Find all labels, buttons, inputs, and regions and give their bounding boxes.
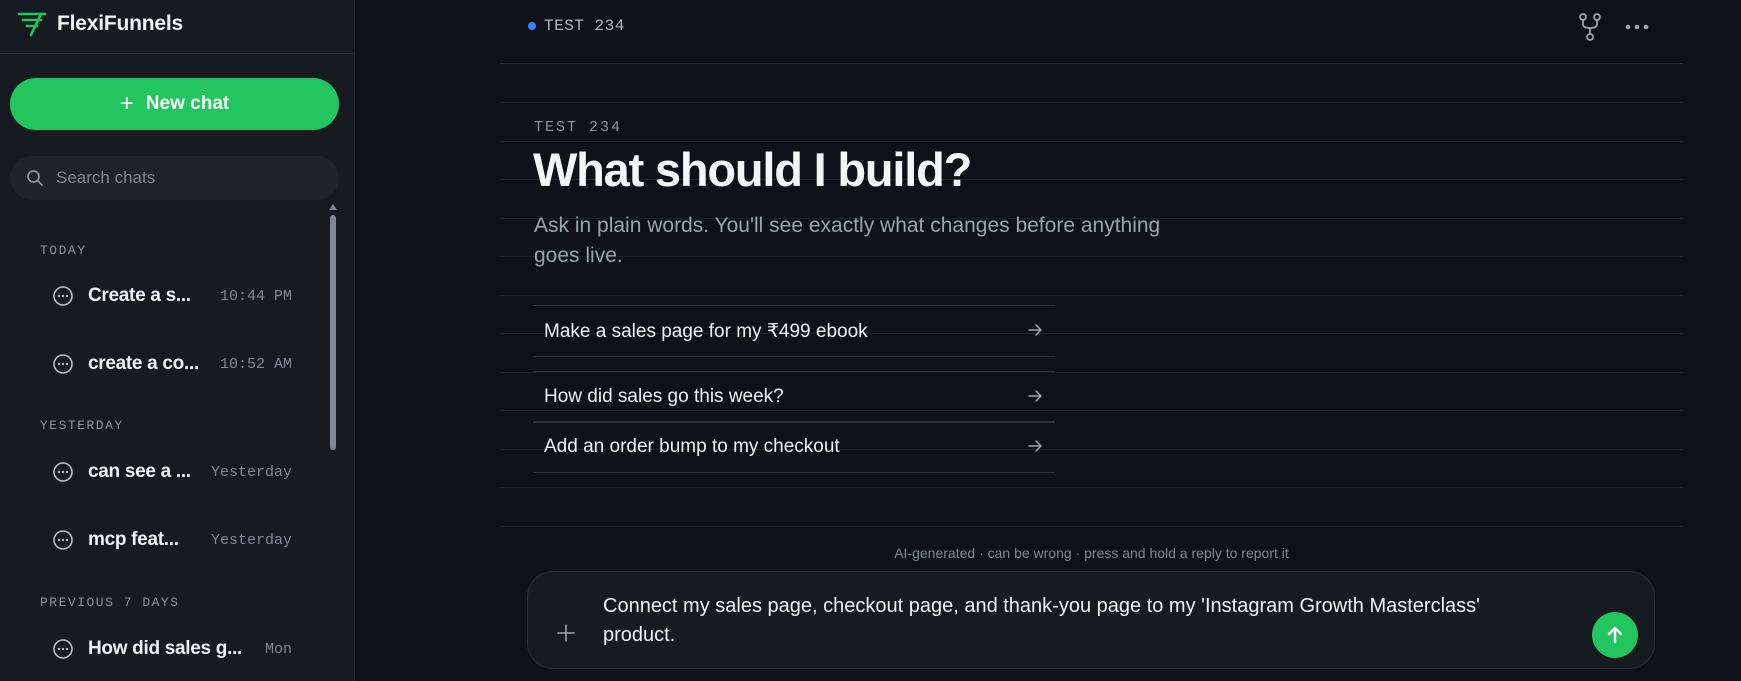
section-label-yesterday: YESTERDAY	[40, 418, 124, 433]
chat-list-item[interactable]: How did sales g... Mon	[52, 634, 292, 664]
plus-icon: +	[119, 90, 134, 117]
flexifunnels-logo-icon	[17, 12, 47, 37]
send-button[interactable]	[1592, 612, 1638, 658]
chat-time: Yesterday	[210, 531, 292, 549]
suggestion-item[interactable]: Add an order bump to my checkout	[533, 421, 1055, 473]
suggestion-label: Make a sales page for my ₹499 ebook	[544, 320, 868, 342]
suggestion-item[interactable]: Make a sales page for my ₹499 ebook	[533, 305, 1055, 357]
arrow-up-icon	[1607, 626, 1623, 644]
plus-icon[interactable]	[555, 622, 577, 644]
divider	[0, 53, 354, 54]
chat-bubble-icon	[53, 530, 73, 550]
chat-list-item[interactable]: Create a s... 10:44 PM	[52, 281, 292, 311]
message-input[interactable]: Connect my sales page, checkout page, an…	[603, 592, 1553, 650]
search-icon	[27, 170, 43, 186]
section-label-previous-7-days: PREVIOUS 7 DAYS	[40, 595, 180, 610]
chat-bubble-icon	[53, 354, 73, 374]
brand-name: FlexiFunnels	[57, 12, 183, 35]
divider	[500, 526, 1683, 527]
chat-time: 10:52 AM	[219, 355, 292, 373]
workspace-name: TEST 234	[544, 17, 625, 35]
chat-title: Create a s...	[88, 285, 191, 306]
arrow-right-icon	[1028, 390, 1042, 402]
more-horizontal-icon[interactable]	[1622, 18, 1652, 36]
divider	[500, 295, 1683, 296]
chat-title: mcp feat...	[88, 529, 179, 550]
arrow-right-icon	[1028, 440, 1042, 452]
new-chat-label: New chat	[145, 93, 230, 114]
chat-title: can see a ...	[88, 461, 191, 482]
branch-icon[interactable]	[1576, 12, 1604, 42]
chat-time: Mon	[264, 640, 292, 658]
page-subtitle: Ask in plain words. You'll see exactly w…	[534, 214, 1161, 267]
suggestion-label: How did sales go this week?	[544, 386, 784, 407]
brand[interactable]: FlexiFunnels	[17, 10, 183, 38]
scroll-thumb[interactable]	[330, 215, 336, 450]
sidebar-scrollbar[interactable]	[329, 204, 337, 450]
status-dot	[528, 22, 536, 30]
chat-title: How did sales g...	[88, 638, 243, 659]
scroll-up-icon[interactable]	[329, 204, 337, 210]
sidebar: FlexiFunnels + New chat TODAY Create a s…	[0, 0, 355, 681]
chat-list-item[interactable]: can see a ... Yesterday	[52, 457, 292, 487]
workspace-eyebrow: TEST 234	[534, 119, 623, 136]
chat-bubble-icon	[53, 286, 73, 306]
divider	[500, 487, 1683, 488]
ai-disclaimer: AI-generated · can be wrong · press and …	[894, 545, 1289, 561]
chat-bubble-icon	[53, 639, 73, 659]
arrow-right-icon	[1028, 324, 1042, 336]
chat-time: 10:44 PM	[219, 287, 292, 305]
chat-bubble-icon	[53, 462, 73, 482]
page-title: What should I build?	[533, 143, 972, 196]
search-input[interactable]	[56, 168, 316, 188]
suggestion-item[interactable]: How did sales go this week?	[533, 371, 1055, 423]
main-header: TEST 234	[500, 0, 1683, 64]
message-composer[interactable]: Connect my sales page, checkout page, an…	[527, 571, 1655, 669]
chat-time: Yesterday	[210, 463, 292, 481]
suggestion-label: Add an order bump to my checkout	[544, 436, 840, 457]
chat-list-item[interactable]: mcp feat... Yesterday	[52, 525, 292, 555]
search-box[interactable]	[10, 156, 339, 200]
chat-list-item[interactable]: create a co... 10:52 AM	[52, 349, 292, 379]
new-chat-button[interactable]: + New chat	[10, 78, 339, 130]
section-label-today: TODAY	[40, 243, 87, 258]
divider	[500, 102, 1683, 103]
chat-title: create a co...	[88, 353, 199, 374]
